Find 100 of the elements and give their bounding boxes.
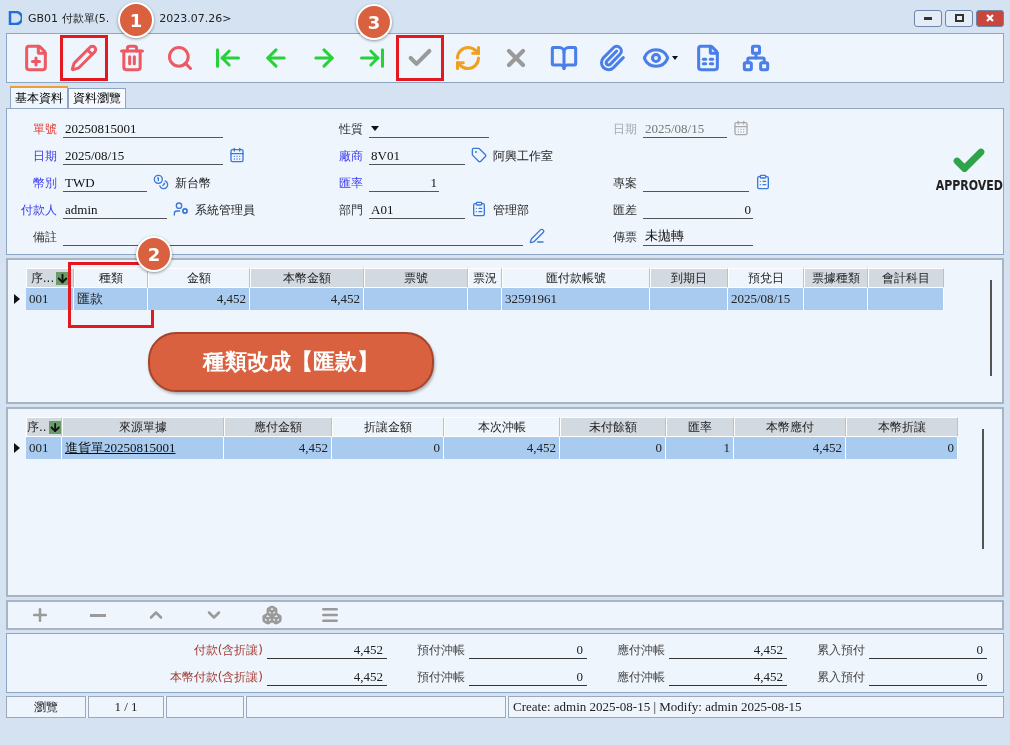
clipboard-icon[interactable]	[755, 174, 771, 190]
clipboard-icon[interactable]	[471, 201, 487, 217]
field-label: 單號	[32, 121, 57, 138]
field-label: 部門	[338, 202, 363, 219]
pen-icon[interactable]	[529, 228, 545, 244]
table-cell: 32591961	[502, 288, 650, 310]
field-label: 匯率	[338, 175, 363, 192]
blocks-icon	[262, 605, 282, 625]
table-cell: 匯款	[74, 288, 148, 310]
input-field[interactable]: A01	[369, 201, 465, 219]
step-badge: 3	[356, 4, 392, 40]
close-button[interactable]	[976, 9, 1004, 27]
field-label: 幣別	[32, 175, 57, 192]
column-header[interactable]: 票況	[468, 268, 502, 288]
input-field[interactable]: admin	[63, 201, 167, 219]
field-label: 廠商	[338, 148, 363, 165]
status-mode: 瀏覽	[34, 698, 58, 716]
input-field[interactable]: 20250815001	[63, 120, 223, 138]
field-label: 付款人	[20, 202, 57, 219]
total-label: 累入預付	[816, 669, 865, 686]
column-header[interactable]: 序...	[26, 268, 74, 288]
hierarchy-icon	[742, 44, 770, 72]
field-label: 性質	[338, 121, 363, 138]
input-field[interactable]: 8V01	[369, 147, 465, 165]
column-header[interactable]: 本幣折讓	[846, 417, 958, 437]
tab[interactable]: 基本資料	[10, 86, 68, 108]
input-field[interactable]: 0	[643, 201, 753, 219]
close-icon	[986, 14, 994, 22]
column-header[interactable]: 到期日	[650, 268, 728, 288]
plus-icon	[30, 605, 50, 625]
field-label: 日期	[612, 121, 637, 138]
row-pointer-icon	[14, 294, 20, 304]
callout-bubble: 種類改成【匯款】	[148, 332, 434, 392]
table-cell: 4,452	[224, 437, 332, 459]
total-value: 0	[869, 669, 987, 686]
input-field[interactable]: 1	[369, 174, 439, 192]
column-header[interactable]: 本次沖帳	[444, 417, 560, 437]
pencil-icon	[70, 44, 98, 72]
column-header[interactable]: 來源單據	[62, 417, 224, 437]
column-header[interactable]: 匯付款帳號	[502, 268, 650, 288]
column-header[interactable]: 種類	[74, 268, 148, 288]
table-cell: 2025/08/15	[728, 288, 804, 310]
table-cell: 4,452	[734, 437, 846, 459]
column-header[interactable]: 會計科目	[868, 268, 944, 288]
total-value: 4,452	[267, 642, 387, 659]
table-cell: 4,452	[250, 288, 364, 310]
source-document-link[interactable]: 進貨單20250815001	[65, 439, 176, 457]
minimize-button[interactable]	[914, 9, 942, 27]
column-header[interactable]: 序..	[26, 417, 62, 437]
field-description: 新台幣	[175, 175, 211, 192]
field-description: 阿興工作室	[493, 148, 553, 165]
input-field[interactable]: TWD	[63, 174, 147, 192]
maximize-icon	[954, 14, 964, 22]
table-cell: 0	[560, 437, 666, 459]
column-header[interactable]: 應付金額	[224, 417, 332, 437]
column-header[interactable]: 金額	[148, 268, 250, 288]
maximize-button[interactable]	[945, 9, 973, 27]
column-header[interactable]: 預兌日	[728, 268, 804, 288]
calendar-icon[interactable]	[229, 147, 245, 163]
tag-icon[interactable]	[471, 147, 487, 163]
coins-icon[interactable]	[153, 174, 169, 190]
dropdown-caret-icon	[371, 126, 379, 131]
total-label: 本幣付款(含折讓)	[168, 669, 263, 686]
field-label: 匯差	[612, 202, 637, 219]
column-header[interactable]: 本幣金額	[250, 268, 364, 288]
total-value: 4,452	[267, 669, 387, 686]
search-icon	[166, 44, 194, 72]
input-field[interactable]: 未拋轉	[643, 228, 753, 246]
total-label: 應付沖帳	[616, 642, 665, 659]
tab[interactable]: 資料瀏覽	[68, 88, 126, 108]
column-header[interactable]: 本幣應付	[734, 417, 846, 437]
user-icon[interactable]	[173, 201, 189, 217]
new-file-icon	[22, 44, 50, 72]
column-header[interactable]: 匯率	[666, 417, 734, 437]
field-label: 傳票	[612, 229, 637, 246]
column-header[interactable]: 票據種類	[804, 268, 868, 288]
column-header[interactable]: 未付餘額	[560, 417, 666, 437]
row-pointer-icon	[14, 443, 20, 453]
table-cell: 4,452	[444, 437, 560, 459]
total-label: 累入預付	[816, 642, 865, 659]
field-label: 備註	[32, 229, 57, 246]
total-label: 預付沖帳	[416, 642, 465, 659]
paperclip-icon	[598, 44, 626, 72]
table-cell[interactable]: 進貨單20250815001	[62, 437, 224, 459]
total-value: 4,452	[669, 642, 787, 659]
table-cell: 4,452	[148, 288, 250, 310]
spreadsheet-icon	[694, 44, 722, 72]
column-header[interactable]: 票號	[364, 268, 468, 288]
window-version: 2023.07.26>	[159, 11, 232, 25]
window-title: GB01 付款單(5.	[28, 10, 110, 26]
app-logo-icon	[8, 11, 22, 25]
toolbar-button[interactable]	[61, 36, 107, 80]
input-field[interactable]: 2025/08/15	[63, 147, 223, 165]
total-value: 0	[869, 642, 987, 659]
minimize-icon	[924, 16, 932, 20]
minus-icon	[90, 613, 106, 617]
total-value: 0	[469, 669, 587, 686]
column-header[interactable]: 折讓金額	[332, 417, 444, 437]
calendar-icon[interactable]	[733, 120, 749, 136]
field-description: 管理部	[493, 202, 529, 219]
